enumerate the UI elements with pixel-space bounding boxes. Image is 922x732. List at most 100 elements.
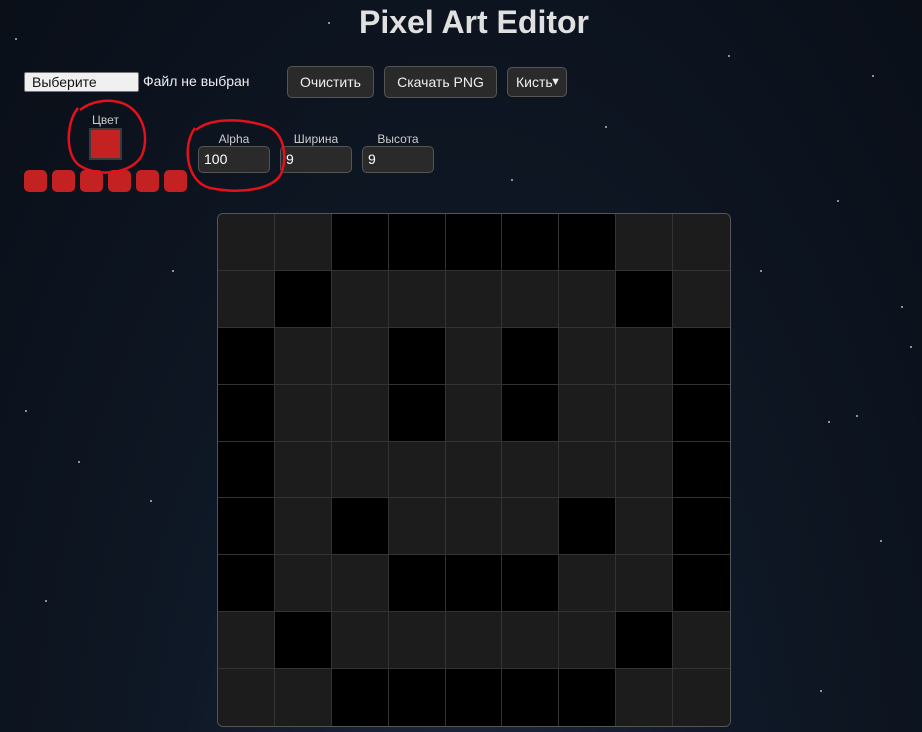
height-label: Высота xyxy=(377,132,419,146)
canvas-cell[interactable] xyxy=(616,384,674,442)
canvas-cell[interactable] xyxy=(388,498,446,556)
canvas-cell[interactable] xyxy=(616,270,674,328)
canvas-cell[interactable] xyxy=(673,384,730,442)
canvas-cell[interactable] xyxy=(616,555,674,613)
canvas-cell[interactable] xyxy=(218,327,275,385)
canvas-cell[interactable] xyxy=(388,270,446,328)
canvas-cell[interactable] xyxy=(388,214,446,271)
canvas-cell[interactable] xyxy=(616,612,674,670)
canvas-cell[interactable] xyxy=(559,498,617,556)
canvas-cell[interactable] xyxy=(502,555,560,613)
canvas-cell[interactable] xyxy=(445,327,503,385)
canvas-cell[interactable] xyxy=(502,214,560,271)
canvas-cell[interactable] xyxy=(274,498,332,556)
width-input[interactable]: 9 xyxy=(280,146,352,173)
canvas-cell[interactable] xyxy=(388,441,446,499)
canvas-cell[interactable] xyxy=(502,384,560,442)
canvas-cell[interactable] xyxy=(559,270,617,328)
alpha-input[interactable]: 100 xyxy=(198,146,270,173)
canvas-cell[interactable] xyxy=(331,612,389,670)
canvas-cell[interactable] xyxy=(673,669,730,726)
canvas-cell[interactable] xyxy=(218,441,275,499)
canvas-cell[interactable] xyxy=(559,384,617,442)
download-png-button[interactable]: Скачать PNG xyxy=(384,66,497,98)
canvas-cell[interactable] xyxy=(388,384,446,442)
canvas-cell[interactable] xyxy=(274,270,332,328)
color-picker[interactable] xyxy=(89,128,122,160)
pixel-canvas[interactable] xyxy=(217,213,731,727)
canvas-cell[interactable] xyxy=(616,498,674,556)
canvas-cell[interactable] xyxy=(559,669,617,726)
canvas-cell[interactable] xyxy=(673,327,730,385)
canvas-cell[interactable] xyxy=(445,612,503,670)
canvas-cell[interactable] xyxy=(388,555,446,613)
canvas-cell[interactable] xyxy=(445,441,503,499)
canvas-cell[interactable] xyxy=(673,555,730,613)
canvas-cell[interactable] xyxy=(274,384,332,442)
canvas-cell[interactable] xyxy=(218,270,275,328)
canvas-cell[interactable] xyxy=(445,498,503,556)
star xyxy=(172,270,174,272)
canvas-cell[interactable] xyxy=(502,498,560,556)
canvas-cell[interactable] xyxy=(616,441,674,499)
canvas-cell[interactable] xyxy=(274,555,332,613)
canvas-cell[interactable] xyxy=(218,498,275,556)
canvas-cell[interactable] xyxy=(331,441,389,499)
alpha-label: Alpha xyxy=(218,132,250,146)
canvas-cell[interactable] xyxy=(559,612,617,670)
canvas-cell[interactable] xyxy=(616,327,674,385)
canvas-cell[interactable] xyxy=(445,555,503,613)
canvas-cell[interactable] xyxy=(616,214,674,271)
palette-swatch[interactable] xyxy=(164,170,187,192)
canvas-cell[interactable] xyxy=(218,384,275,442)
palette-swatch[interactable] xyxy=(80,170,103,192)
canvas-cell[interactable] xyxy=(218,555,275,613)
canvas-cell[interactable] xyxy=(331,214,389,271)
canvas-cell[interactable] xyxy=(388,669,446,726)
canvas-cell[interactable] xyxy=(502,270,560,328)
height-input[interactable]: 9 xyxy=(362,146,434,173)
choose-file-button[interactable]: Выберите файл xyxy=(24,72,139,109)
canvas-cell[interactable] xyxy=(218,214,275,271)
canvas-cell[interactable] xyxy=(445,669,503,726)
canvas-cell[interactable] xyxy=(218,612,275,670)
canvas-cell[interactable] xyxy=(559,555,617,613)
tool-select-value: Кисть xyxy=(516,74,553,90)
canvas-cell[interactable] xyxy=(445,270,503,328)
canvas-cell[interactable] xyxy=(673,441,730,499)
canvas-cell[interactable] xyxy=(388,327,446,385)
canvas-cell[interactable] xyxy=(388,612,446,670)
canvas-cell[interactable] xyxy=(502,327,560,385)
canvas-cell[interactable] xyxy=(445,214,503,271)
canvas-cell[interactable] xyxy=(559,327,617,385)
canvas-cell[interactable] xyxy=(331,270,389,328)
canvas-cell[interactable] xyxy=(673,612,730,670)
palette-swatch[interactable] xyxy=(24,170,47,192)
tool-select[interactable]: Кисть ▼ xyxy=(507,67,567,97)
canvas-cell[interactable] xyxy=(502,612,560,670)
palette-swatch[interactable] xyxy=(136,170,159,192)
canvas-cell[interactable] xyxy=(559,214,617,271)
canvas-cell[interactable] xyxy=(559,441,617,499)
canvas-cell[interactable] xyxy=(274,441,332,499)
canvas-cell[interactable] xyxy=(274,214,332,271)
canvas-cell[interactable] xyxy=(331,384,389,442)
clear-button[interactable]: Очистить xyxy=(287,66,374,98)
palette-swatch[interactable] xyxy=(108,170,131,192)
canvas-cell[interactable] xyxy=(331,327,389,385)
canvas-cell[interactable] xyxy=(218,669,275,726)
canvas-cell[interactable] xyxy=(331,498,389,556)
canvas-cell[interactable] xyxy=(274,612,332,670)
palette-swatch[interactable] xyxy=(52,170,75,192)
canvas-cell[interactable] xyxy=(445,384,503,442)
canvas-cell[interactable] xyxy=(331,555,389,613)
canvas-cell[interactable] xyxy=(673,214,730,271)
canvas-cell[interactable] xyxy=(274,669,332,726)
canvas-cell[interactable] xyxy=(331,669,389,726)
canvas-cell[interactable] xyxy=(616,669,674,726)
canvas-cell[interactable] xyxy=(502,669,560,726)
canvas-cell[interactable] xyxy=(274,327,332,385)
canvas-cell[interactable] xyxy=(673,498,730,556)
canvas-cell[interactable] xyxy=(673,270,730,328)
canvas-cell[interactable] xyxy=(502,441,560,499)
